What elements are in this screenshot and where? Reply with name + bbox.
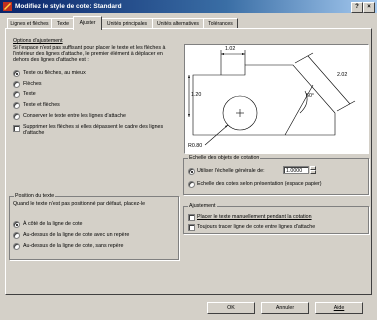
always-draw-dim-line-checkbox[interactable] bbox=[188, 224, 195, 231]
close-title-button[interactable]: × bbox=[363, 2, 375, 13]
radio-text-and-arrows[interactable] bbox=[13, 102, 20, 109]
radio-arrows[interactable] bbox=[13, 81, 20, 88]
radio-keep-text[interactable] bbox=[13, 113, 20, 120]
preview-area: 1.02 1.20 2.02 60° R0.80 bbox=[184, 44, 369, 154]
suppress-arrows-checkbox[interactable] bbox=[13, 125, 20, 132]
radio-over-with-leader[interactable] bbox=[13, 232, 20, 239]
suppress-arrows-label: Supprimer les flèches si elles dépassent… bbox=[23, 124, 164, 137]
app-icon bbox=[3, 2, 12, 11]
tab-ajuster[interactable]: Ajuster bbox=[73, 16, 102, 30]
scale-value-input[interactable]: 1.0000 bbox=[283, 166, 309, 174]
radio-layout-scale[interactable] bbox=[188, 181, 195, 188]
radio-beside-dim-line[interactable] bbox=[13, 221, 20, 228]
radio-over-without-leader-label: Au-dessus de la ligne de cote, sans repè… bbox=[23, 243, 124, 249]
help-button[interactable]: Aide bbox=[315, 302, 363, 314]
dialog-window: Modifiez le style de cote: Standard ? × … bbox=[0, 0, 377, 320]
radio-overall-scale[interactable] bbox=[188, 168, 195, 175]
radio-beside-dim-line-label: À côté de la ligne de cote bbox=[23, 221, 83, 227]
radio-keep-text-label: Conserver le texte entre les lignes d'at… bbox=[23, 113, 126, 119]
scale-title: Echelle des objets de cotation bbox=[188, 155, 261, 161]
window-title: Modifiez le style de cote: Standard bbox=[15, 3, 122, 10]
always-draw-dim-line-label: Toujours tracer ligne de cote entre lign… bbox=[197, 224, 316, 230]
radio-layout-scale-label: Echelle des cotes selon présentation (es… bbox=[197, 181, 322, 187]
title-bar[interactable]: Modifiez le style de cote: Standard ? × bbox=[0, 0, 377, 13]
preview-dim-left: 1.20 bbox=[191, 92, 202, 98]
preview-dim-right: 2.02 bbox=[337, 72, 348, 78]
radio-over-with-leader-label: Au-dessus de la ligne de cote avec un re… bbox=[23, 232, 130, 238]
radio-text-label: Texte bbox=[23, 91, 36, 97]
radio-arrows-label: Flèches bbox=[23, 81, 42, 87]
preview-dim-angle: 60° bbox=[306, 93, 315, 99]
help-title-button[interactable]: ? bbox=[351, 2, 363, 13]
radio-overall-scale-label: Utiliser l'échelle générale de: bbox=[197, 168, 265, 174]
radio-text-or-arrows[interactable] bbox=[13, 70, 20, 77]
place-text-manually-checkbox[interactable] bbox=[188, 214, 195, 221]
preview-dim-radius: R0.80 bbox=[188, 143, 203, 149]
ok-button[interactable]: OK bbox=[207, 302, 255, 314]
radio-over-without-leader[interactable] bbox=[13, 243, 20, 250]
radio-text[interactable] bbox=[13, 91, 20, 98]
fit-options-description: Si l'espace n'est pas suffisant pour pla… bbox=[13, 45, 166, 64]
scale-group: Echelle des objets de cotation bbox=[183, 155, 369, 195]
scale-down-button[interactable] bbox=[310, 170, 316, 174]
radio-text-or-arrows-label: Texte ou flèches, au mieux bbox=[23, 70, 86, 76]
cancel-button[interactable]: Annuler bbox=[261, 302, 309, 314]
text-position-title: Position du texte bbox=[14, 193, 56, 199]
fine-tuning-title: Ajustement bbox=[188, 203, 217, 209]
preview-dim-top: 1.02 bbox=[225, 46, 236, 52]
text-position-description: Quand le texte n'est pas positionné par … bbox=[13, 201, 146, 207]
place-text-manually-label: Placer le texte manuellement pendant la … bbox=[197, 214, 312, 220]
fit-options-title: Options d'ajustement bbox=[13, 38, 63, 44]
preview-drawing bbox=[188, 50, 356, 146]
radio-text-and-arrows-label: Texte et flèches bbox=[23, 102, 60, 108]
